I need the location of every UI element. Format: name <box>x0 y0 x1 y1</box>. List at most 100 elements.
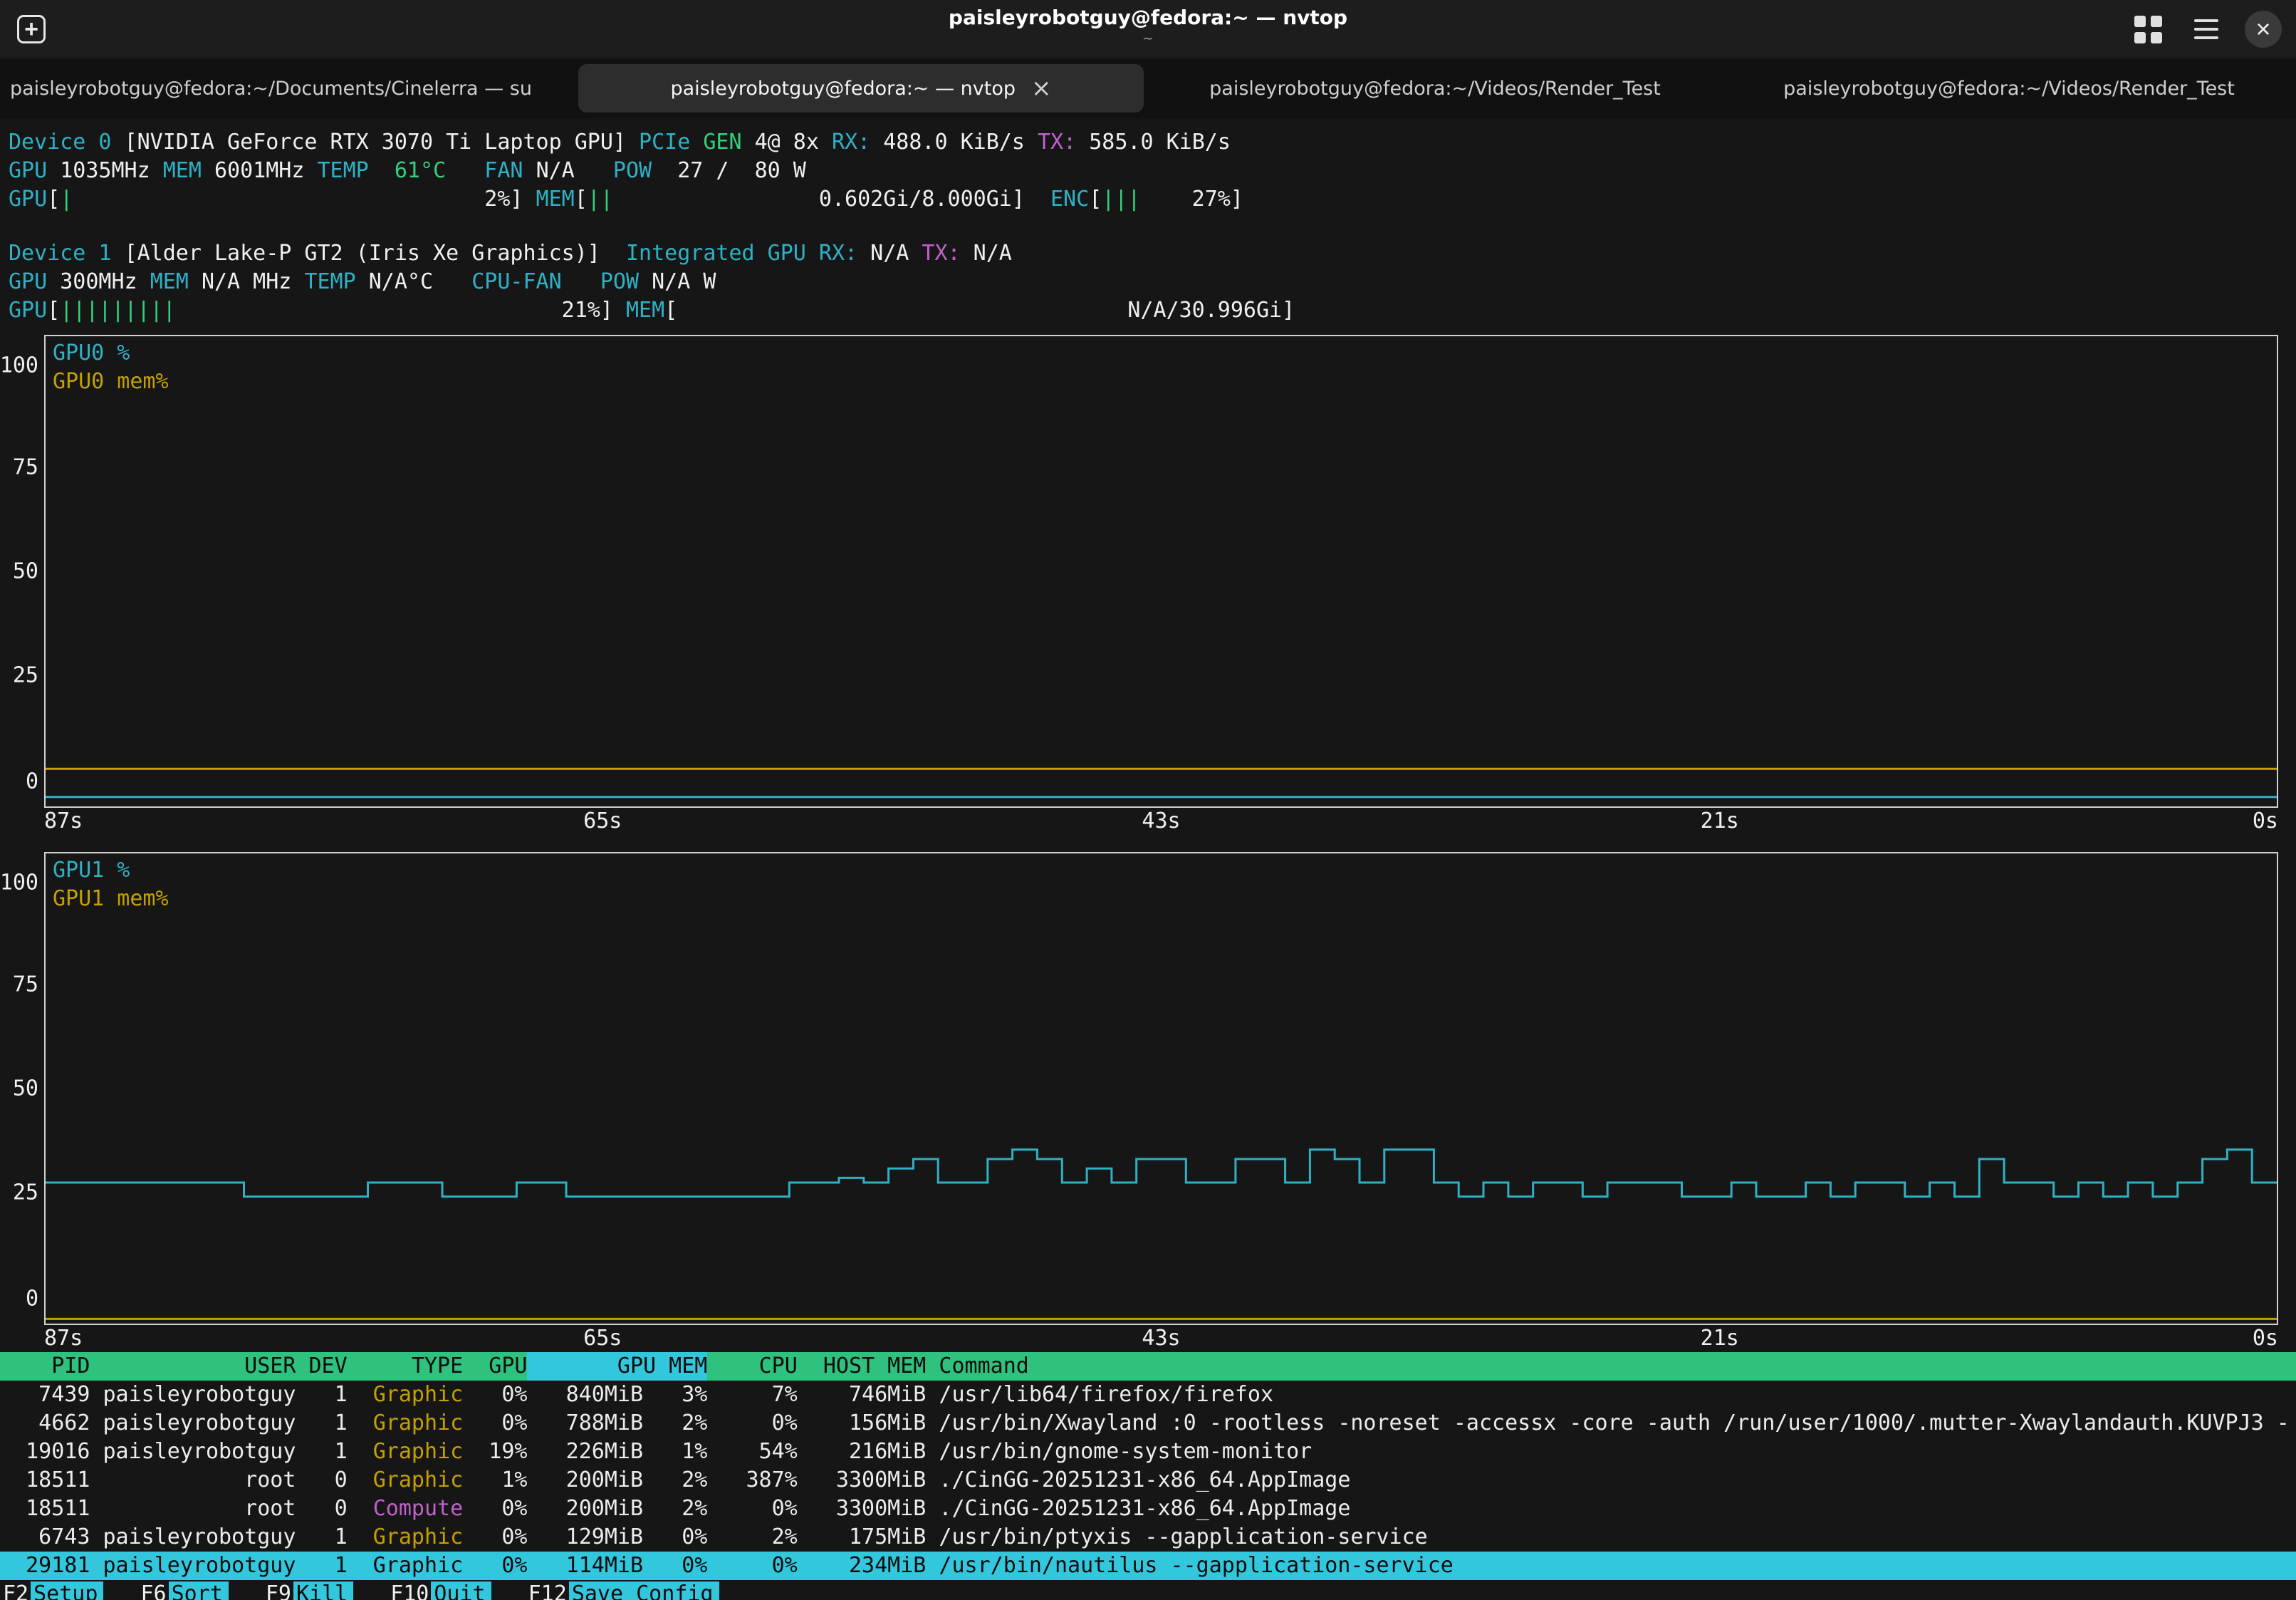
y-tick: 75 <box>13 972 38 997</box>
cell-user: paisleyrobotguy <box>90 1552 296 1580</box>
tab-cinelerra[interactable]: paisleyrobotguy@fedora:~/Documents/Cinel… <box>0 58 574 118</box>
device0-info-line-1: Device 0 [NVIDIA GeForce RTX 3070 Ti Lap… <box>0 128 2296 157</box>
text-segment: MEM <box>626 298 664 323</box>
process-row[interactable]: 18511root0Compute0%200MiB2%0%3300MiB./Ci… <box>0 1495 2296 1523</box>
tab-render-test-1[interactable]: paisleyrobotguy@fedora:~/Videos/Render_T… <box>1148 58 1722 118</box>
text-segment: 4@ 8x <box>755 130 832 155</box>
header-type[interactable]: TYPE <box>348 1352 464 1381</box>
tab-close-icon[interactable]: × <box>1031 76 1052 100</box>
fkey-action: Kill <box>293 1581 353 1600</box>
text-segment: N/A <box>974 241 1012 266</box>
function-key-f2[interactable]: F2Setup <box>3 1581 103 1600</box>
header-pid[interactable]: PID <box>0 1352 90 1381</box>
process-row[interactable]: 4662paisleyrobotguy1Graphic0%788MiB2%0%1… <box>0 1409 2296 1438</box>
function-key-f6[interactable]: F6Sort <box>140 1581 228 1600</box>
header-host-mem[interactable]: HOST MEM <box>798 1352 927 1381</box>
cell-type: Graphic <box>348 1466 464 1495</box>
header-gpu-mem-sort[interactable]: GPU MEM <box>527 1352 707 1381</box>
window-close-button[interactable]: × <box>2245 11 2282 48</box>
cell-dev: 1 <box>296 1523 347 1552</box>
text-segment: GPU <box>9 298 47 323</box>
tab-nvtop-active[interactable]: paisleyrobotguy@fedora:~ — nvtop × <box>578 64 1144 113</box>
text-segment: 300MHz <box>60 269 150 294</box>
x-tick: 43s <box>1142 1325 1180 1352</box>
menu-button[interactable] <box>2186 9 2226 49</box>
text-segment: ||||||||| <box>60 298 176 323</box>
header-gpu[interactable]: GPU <box>463 1352 527 1381</box>
cell-command: ./CinGG-20251231-x86_64.AppImage <box>926 1466 2296 1495</box>
cell-cpu: 54% <box>707 1438 797 1466</box>
cell-command: /usr/bin/nautilus --gapplication-service <box>926 1552 2296 1580</box>
gpu0-x-axis: 87s 65s 43s 21s 0s <box>44 808 2278 835</box>
device1-info-line-2: GPU 300MHz MEM N/A MHz TEMP N/A°C CPU-FA… <box>0 268 2296 296</box>
cell-mem-pct: 1% <box>643 1438 707 1466</box>
tab-label: paisleyrobotguy@fedora:~/Videos/Render_T… <box>1209 78 1661 100</box>
function-key-f10[interactable]: F10Quit <box>390 1581 491 1600</box>
device1-info-line-1: Device 1 [Alder Lake-P GT2 (Iris Xe Grap… <box>0 239 2296 268</box>
process-row[interactable]: 29181paisleyrobotguy1Graphic0%114MiB0%0%… <box>0 1552 2296 1580</box>
text-segment: ||| <box>1102 187 1140 212</box>
cell-pid: 18511 <box>0 1495 90 1523</box>
process-row[interactable]: 7439paisleyrobotguy1Graphic0%840MiB3%7%7… <box>0 1381 2296 1409</box>
text-segment: Integrated GPU <box>626 241 819 266</box>
process-row[interactable]: 19016paisleyrobotguy1Graphic19%226MiB1%5… <box>0 1438 2296 1466</box>
text-segment: GEN <box>703 130 754 155</box>
text-segment: 6001MHz <box>214 158 318 183</box>
cell-user: paisleyrobotguy <box>90 1438 296 1466</box>
cell-dev: 1 <box>296 1438 347 1466</box>
gpu0-plot-area: GPU0 % GPU0 mem% <box>44 335 2278 808</box>
text-segment: PCIe <box>639 130 703 155</box>
cell-pid: 7439 <box>0 1381 90 1409</box>
y-tick: 0 <box>26 1287 38 1311</box>
gpu1-y-axis: 100 75 50 25 0 <box>0 852 44 1325</box>
x-tick: 0s <box>2253 808 2278 835</box>
x-tick: 65s <box>583 1325 622 1352</box>
function-key-bar: F2Setup F6Sort F9Kill F10Quit F12Save Config <box>0 1580 2296 1600</box>
cell-cpu: 7% <box>707 1381 797 1409</box>
text-segment: N/A°C <box>369 269 446 294</box>
header-command[interactable]: Command <box>926 1352 2296 1381</box>
text-segment: POW <box>575 269 652 294</box>
fkey-action: Quit <box>431 1581 491 1600</box>
tab-grid-icon <box>2134 16 2162 43</box>
cell-cpu: 0% <box>707 1552 797 1580</box>
gpu0-chart-svg <box>46 336 2277 806</box>
cell-type: Graphic <box>348 1381 464 1409</box>
window-title: paisleyrobotguy@fedora:~ — nvtop <box>0 6 2296 29</box>
terminal-screen[interactable]: Device 0 [NVIDIA GeForce RTX 3070 Ti Lap… <box>0 118 2296 1600</box>
header-dev[interactable]: DEV <box>296 1352 347 1381</box>
cell-gpu: 0% <box>463 1381 527 1409</box>
cell-cpu: 387% <box>707 1466 797 1495</box>
process-row[interactable]: 18511root0Graphic1%200MiB2%387%3300MiB./… <box>0 1466 2296 1495</box>
cell-mem-pct: 0% <box>643 1552 707 1580</box>
tab-render-test-2[interactable]: paisleyrobotguy@fedora:~/Videos/Render_T… <box>1722 58 2296 118</box>
x-tick: 87s <box>44 808 83 835</box>
tab-overview-button[interactable] <box>2128 9 2168 49</box>
gpu0-utilization-chart: 100 75 50 25 0 GPU0 % GPU0 mem% 87s 65s … <box>0 335 2296 835</box>
cell-user: paisleyrobotguy <box>90 1523 296 1552</box>
cell-gpu: 1% <box>463 1466 527 1495</box>
fkey-name: F12 <box>528 1581 569 1600</box>
header-user[interactable]: USER <box>90 1352 296 1381</box>
screen: { "titlebar": { "title": "paisleyrobotgu… <box>0 0 2296 1600</box>
new-tab-button[interactable]: + <box>11 9 51 49</box>
process-row[interactable]: 6743paisleyrobotguy1Graphic0%129MiB0%2%1… <box>0 1523 2296 1552</box>
cell-gpu-mem: 129MiB <box>527 1523 643 1552</box>
cell-command: /usr/bin/Xwayland :0 -rootless -noreset … <box>926 1409 2296 1438</box>
cell-type: Graphic <box>348 1409 464 1438</box>
text-segment: 27 / 80 W <box>664 158 806 183</box>
window-title-area: paisleyrobotguy@fedora:~ — nvtop ~ <box>0 6 2296 46</box>
text-segment: TX: <box>1038 130 1089 155</box>
fkey-action: Setup <box>31 1581 103 1600</box>
cell-pid: 19016 <box>0 1438 90 1466</box>
header-cpu[interactable]: CPU <box>707 1352 797 1381</box>
y-tick: 0 <box>26 769 38 794</box>
gpu0-legend: GPU0 % GPU0 mem% <box>53 339 169 396</box>
function-key-f9[interactable]: F9Kill <box>266 1581 353 1600</box>
cell-host-mem: 3300MiB <box>798 1466 927 1495</box>
y-tick: 50 <box>13 559 38 584</box>
text-segment: [ <box>1089 187 1102 212</box>
text-segment: MEM <box>150 269 202 294</box>
cell-command: /usr/bin/gnome-system-monitor <box>926 1438 2296 1466</box>
function-key-f12[interactable]: F12Save Config <box>528 1581 719 1600</box>
